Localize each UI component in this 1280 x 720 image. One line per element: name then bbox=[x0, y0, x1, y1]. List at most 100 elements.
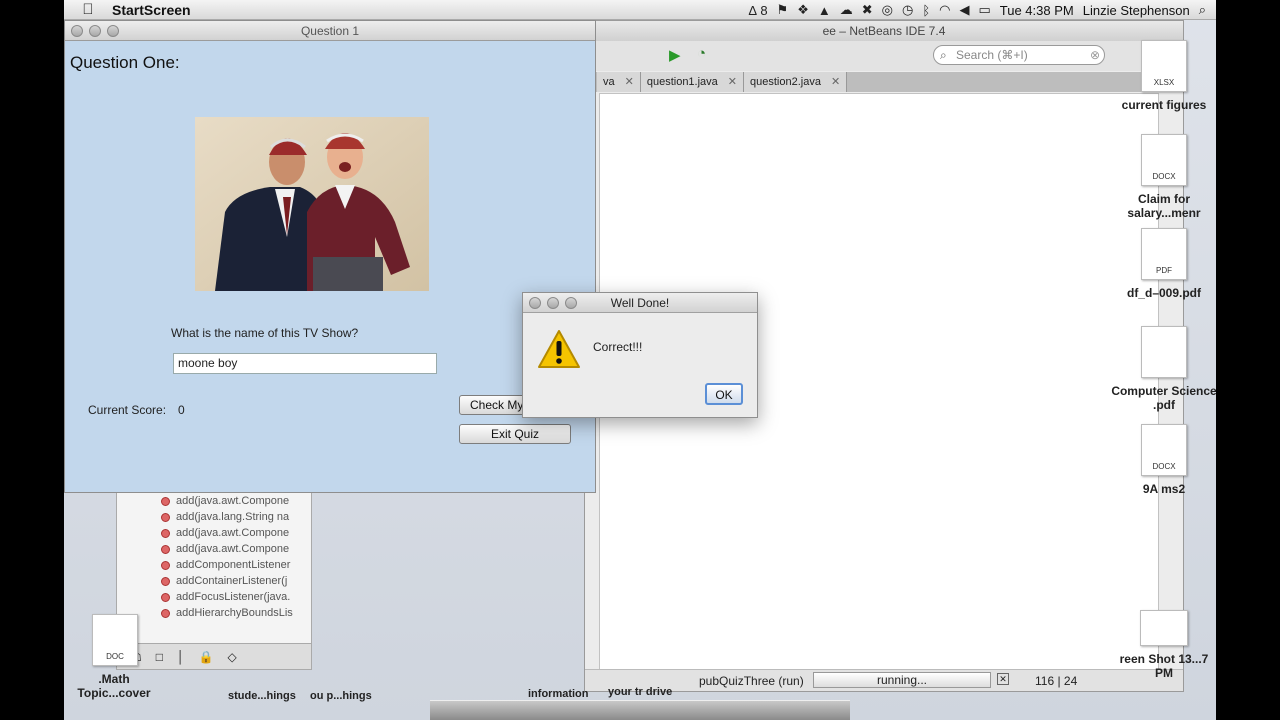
letterbox-left bbox=[0, 0, 64, 720]
minimize-window-button[interactable] bbox=[547, 297, 559, 309]
navigator-item[interactable]: addFocusListener(java. bbox=[117, 589, 311, 605]
dialog-message: Correct!!! bbox=[593, 340, 643, 354]
cursor-position: 116 | 24 bbox=[1035, 674, 1078, 688]
desktop-icon-label: 9A ms2 bbox=[1142, 482, 1186, 496]
pdf-file-icon: PDF bbox=[1141, 228, 1187, 280]
spotlight-search-icon[interactable]: ⌕ bbox=[1199, 2, 1206, 18]
docx-file-icon: DOCX bbox=[1141, 424, 1187, 476]
tab-question2[interactable]: question2.java ✕ bbox=[744, 72, 848, 92]
dock-label[interactable]: your tr drive bbox=[608, 686, 672, 698]
desktop-icon-label: .Math Topic...cover bbox=[77, 672, 151, 700]
desktop-icon-computer-science[interactable]: Computer Science .pdf bbox=[1109, 326, 1216, 412]
dock-label[interactable]: information bbox=[528, 688, 589, 700]
navigator-item[interactable]: addContainerListener(j bbox=[117, 573, 311, 589]
window-controls bbox=[71, 25, 119, 37]
answer-input[interactable]: moone boy bbox=[173, 353, 437, 374]
menu-user[interactable]: Linzie Stephenson bbox=[1083, 3, 1190, 18]
document-thumbnail-icon bbox=[1141, 326, 1187, 378]
profile-icon[interactable]: ◔ bbox=[697, 45, 706, 62]
tool-icon[interactable]: ✖ bbox=[862, 2, 873, 18]
method-icon bbox=[161, 496, 170, 506]
navigator-item[interactable]: add(java.awt.Compone bbox=[117, 493, 311, 509]
desktop-icon-pdf[interactable]: PDF df_d–009.pdf bbox=[1109, 228, 1216, 300]
window-controls bbox=[529, 297, 577, 309]
desktop-icon-screenshot[interactable]: reen Shot 13...7 PM bbox=[1109, 610, 1216, 680]
tab-question1[interactable]: question1.java ✕ bbox=[640, 72, 745, 92]
run-status[interactable]: pubQuizThree (run) bbox=[699, 674, 804, 688]
app-name[interactable]: StartScreen bbox=[112, 2, 191, 18]
quiz-window-title: Question 1 bbox=[300, 24, 360, 38]
clear-search-icon[interactable]: ⊗ bbox=[1090, 46, 1100, 64]
tab-label: question2.java bbox=[750, 76, 821, 88]
dropbox-icon[interactable]: ❖ bbox=[797, 2, 809, 18]
desktop-icon-claim[interactable]: DOCX Claim for salary...menr bbox=[1109, 134, 1216, 220]
navigator-item[interactable]: add(java.awt.Compone bbox=[117, 541, 311, 557]
dock bbox=[430, 700, 850, 720]
tv-show-photo bbox=[195, 117, 429, 291]
tab-label: question1.java bbox=[646, 76, 718, 88]
search-icon: ⌕ bbox=[940, 48, 947, 62]
xlsx-file-icon: XLSX bbox=[1141, 40, 1187, 92]
close-window-button[interactable] bbox=[71, 25, 83, 37]
adobe-badge: 8 bbox=[760, 2, 768, 18]
docx-file-icon: DOC bbox=[92, 614, 138, 666]
menu-extras: ∆ 8 ⚑ ❖ ▲ ☁ ✖ ◎ ◷ ᛒ ◠ ◀ ▭ Tue 4:38 PM Li… bbox=[749, 0, 1216, 20]
close-window-button[interactable] bbox=[529, 297, 541, 309]
bar-icon[interactable]: │ bbox=[177, 650, 185, 664]
zoom-window-button[interactable] bbox=[107, 25, 119, 37]
close-icon[interactable]: ✕ bbox=[625, 72, 634, 92]
cloud-icon[interactable]: ☁ bbox=[840, 2, 853, 18]
editor-tabs: va ✕ question1.java ✕ question2.java ✕ bbox=[585, 72, 1183, 92]
desktop-icon-current-figures[interactable]: XLSX current figures bbox=[1109, 40, 1216, 112]
navigator-item[interactable]: addComponentListener bbox=[117, 557, 311, 573]
lock-icon[interactable]: 🔒 bbox=[199, 650, 214, 664]
status-bar: pubQuizThree (run) running... ✕ 116 | 24 bbox=[585, 669, 1183, 691]
adobe-icon[interactable]: ∆ 8 bbox=[749, 3, 768, 18]
method-icon bbox=[161, 544, 170, 554]
minimize-window-button[interactable] bbox=[89, 25, 101, 37]
time-machine-icon[interactable]: ◎ bbox=[882, 2, 893, 18]
close-icon[interactable]: ✕ bbox=[728, 72, 737, 92]
bluetooth-icon[interactable]: ᛒ bbox=[922, 3, 930, 18]
ok-button[interactable]: OK bbox=[705, 383, 743, 405]
desktop-icon-9a-ms2[interactable]: DOCX 9A ms2 bbox=[1109, 424, 1216, 496]
desktop-icon-label: df_d–009.pdf bbox=[1126, 286, 1201, 300]
dock-label[interactable]: ou p...hings bbox=[310, 690, 372, 702]
run-icon[interactable]: ▶ bbox=[669, 46, 681, 64]
menu-clock[interactable]: Tue 4:38 PM bbox=[1000, 3, 1074, 18]
navigator-item[interactable]: add(java.awt.Compone bbox=[117, 525, 311, 541]
desktop-icon-math-topic[interactable]: DOC .Math Topic...cover bbox=[64, 614, 164, 700]
drive-icon[interactable]: ▲ bbox=[818, 3, 831, 18]
bell-icon[interactable]: ⚑ bbox=[777, 2, 789, 18]
apple-icon[interactable]:  bbox=[74, 1, 102, 18]
score-label: Current Score: bbox=[88, 403, 167, 417]
zoom-window-button[interactable] bbox=[565, 297, 577, 309]
netbeans-title: ee – NetBeans IDE 7.4 bbox=[585, 21, 1183, 41]
navigator-list: add(java.awt.Compone add(java.lang.String… bbox=[117, 493, 311, 621]
menu-bar:  StartScreen ∆ 8 ⚑ ❖ ▲ ☁ ✖ ◎ ◷ ᛒ ◠ ◀ ▭ … bbox=[64, 0, 1216, 20]
battery-icon[interactable]: ▭ bbox=[978, 2, 990, 18]
netbeans-search-input[interactable]: ⌕ Search (⌘+I) ⊗ bbox=[933, 45, 1105, 65]
method-icon bbox=[161, 592, 170, 602]
desktop-icon-label: Claim for salary...menr bbox=[1127, 192, 1201, 220]
navigator-item-label: addHierarchyBoundsLis bbox=[176, 607, 293, 619]
well-done-dialog: Well Done! Correct!!! OK bbox=[522, 292, 758, 418]
navigator-item-label: add(java.lang.String na bbox=[176, 511, 290, 523]
navigator-item-label: add(java.awt.Compone bbox=[176, 527, 290, 539]
stop-icon[interactable]: ✕ bbox=[997, 673, 1009, 685]
dock-label[interactable]: stude...hings bbox=[228, 690, 296, 702]
volume-icon[interactable]: ◀ bbox=[959, 2, 969, 18]
clock-icon[interactable]: ◷ bbox=[902, 2, 913, 18]
dialog-title: Well Done! bbox=[610, 296, 670, 310]
close-icon[interactable]: ✕ bbox=[831, 72, 840, 92]
docx-file-icon: DOCX bbox=[1141, 134, 1187, 186]
question-heading: Question One: bbox=[70, 53, 180, 72]
diamond-icon[interactable]: ◇ bbox=[227, 650, 236, 664]
question-text: What is the name of this TV Show? bbox=[171, 326, 359, 340]
wifi-icon[interactable]: ◠ bbox=[939, 2, 950, 18]
tab-va[interactable]: va ✕ bbox=[597, 72, 641, 92]
exit-quiz-button[interactable]: Exit Quiz bbox=[459, 424, 571, 444]
letterbox-right bbox=[1216, 0, 1280, 720]
navigator-item[interactable]: add(java.lang.String na bbox=[117, 509, 311, 525]
navigator-item-label: addFocusListener(java. bbox=[176, 591, 291, 603]
